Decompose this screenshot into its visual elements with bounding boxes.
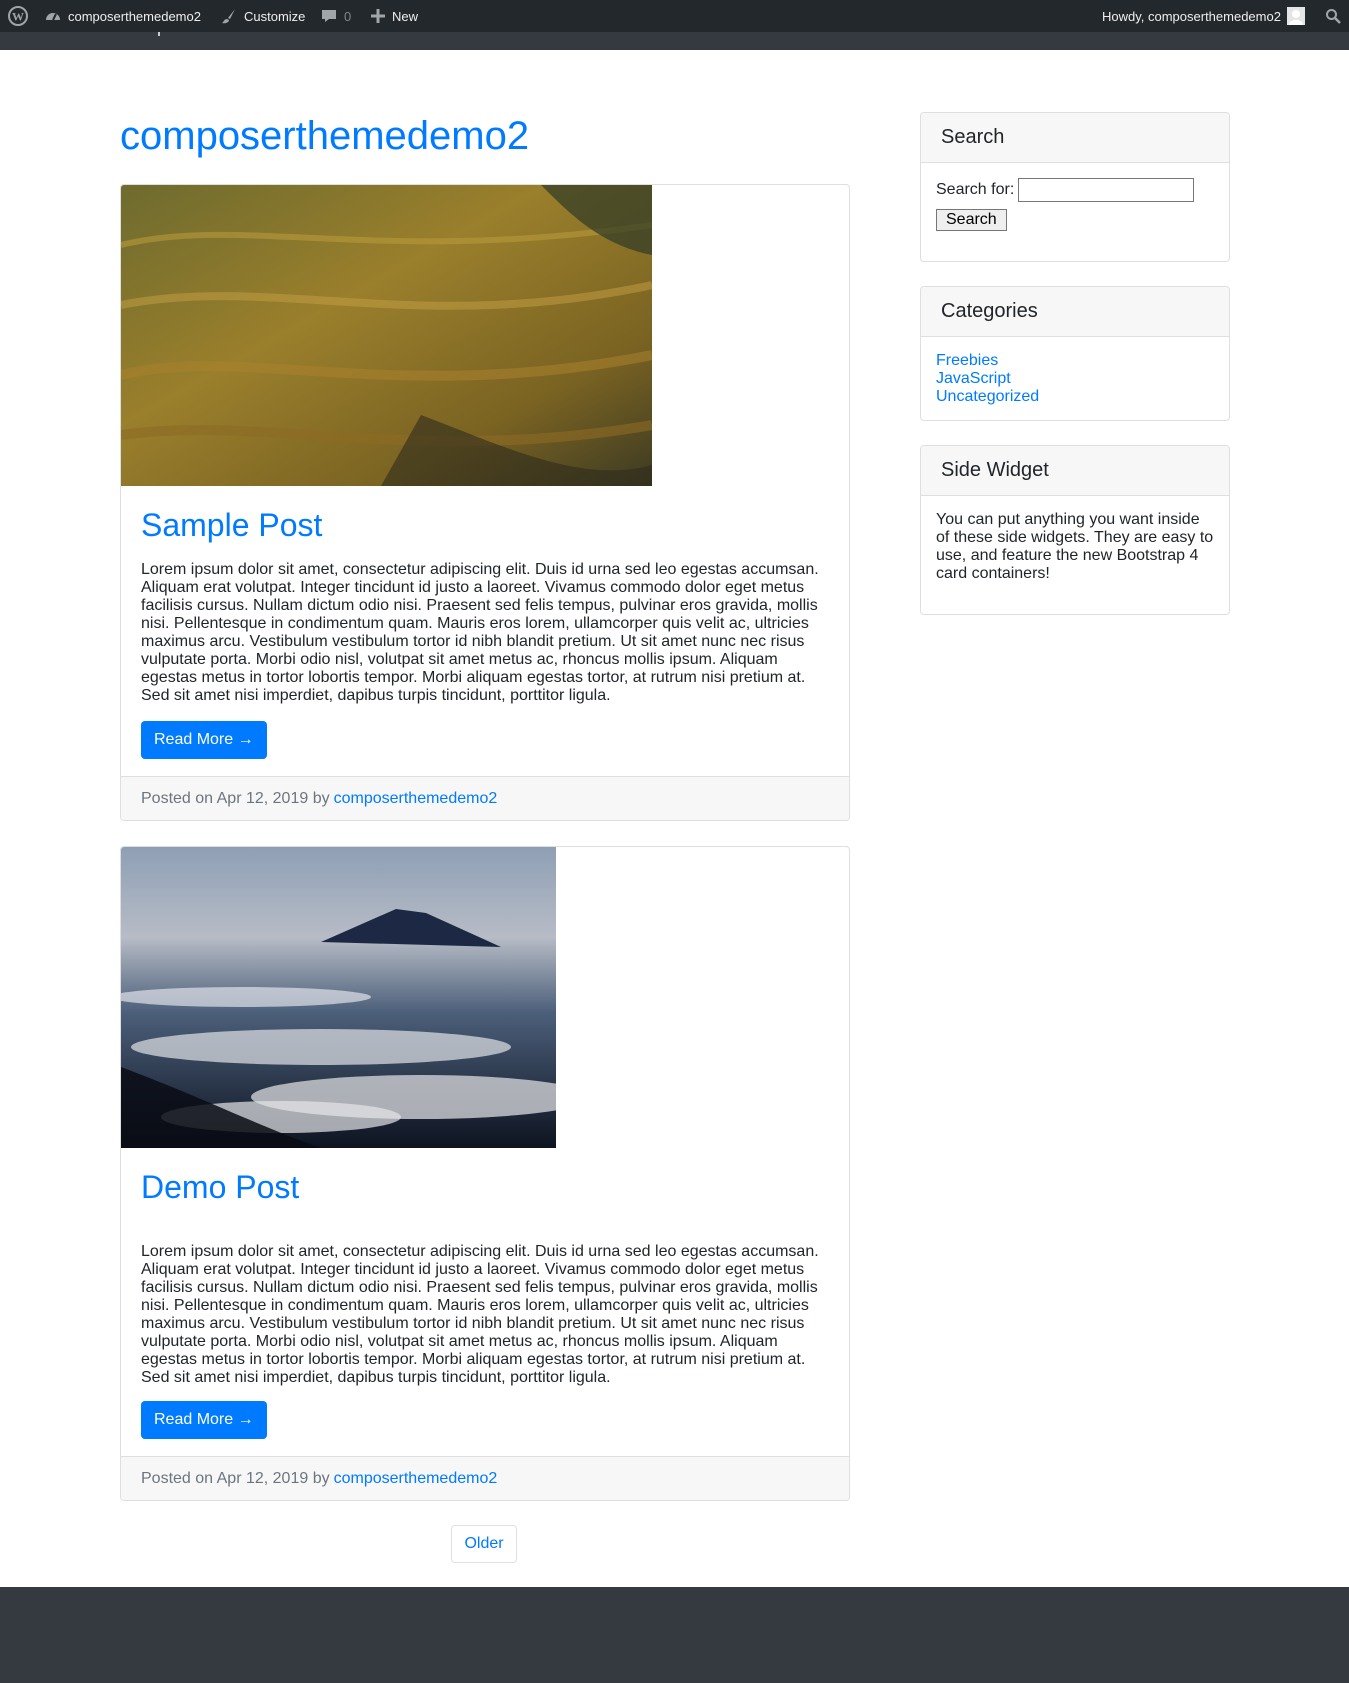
admin-bar: W composerthemedemo2 Customize 0 New How… <box>0 0 1349 32</box>
wordpress-logo-button[interactable]: W <box>8 0 28 32</box>
site-footer <box>0 1587 1349 1683</box>
post-card: Sample Post Lorem ipsum dolor sit amet, … <box>120 184 850 821</box>
posted-on-text: Posted on Apr 12, 2019 by <box>141 789 330 807</box>
side-widget-text: You can put anything you want inside of … <box>936 511 1214 582</box>
category-link-uncategorized[interactable]: Uncategorized <box>936 388 1214 406</box>
post-title[interactable]: Sample Post <box>141 505 322 545</box>
side-widget-title: Side Widget <box>921 446 1229 496</box>
post-title[interactable]: Demo Post <box>141 1167 299 1207</box>
category-link-javascript[interactable]: JavaScript <box>936 370 1214 388</box>
post-thumbnail-clouds[interactable] <box>121 847 556 1148</box>
search-widget: Search Search for: Search <box>920 112 1230 262</box>
categories-widget: Categories Freebies JavaScript Uncategor… <box>920 286 1230 421</box>
posted-on-text: Posted on Apr 12, 2019 by <box>141 1469 330 1487</box>
nav-strip <box>0 32 1349 50</box>
read-more-button[interactable]: Read More → <box>141 1401 267 1439</box>
search-icon <box>1326 9 1341 24</box>
search-button[interactable]: Search <box>936 209 1007 231</box>
post-meta: Posted on Apr 12, 2019 by composerthemed… <box>121 1456 849 1500</box>
post-card: Demo Post Lorem ipsum dolor sit amet, co… <box>120 846 850 1501</box>
read-more-button[interactable]: Read More → <box>141 721 267 759</box>
customize-label: Customize <box>244 8 306 24</box>
customize-link[interactable]: Customize <box>220 0 305 32</box>
new-label: New <box>392 8 419 24</box>
search-widget-title: Search <box>921 113 1229 163</box>
comments-count: 0 <box>344 8 352 24</box>
comment-icon <box>322 10 336 22</box>
plus-icon <box>371 9 385 23</box>
new-content-link[interactable]: New <box>370 0 418 32</box>
categories-widget-title: Categories <box>921 287 1229 337</box>
site-name-link[interactable]: composerthemedemo2 <box>44 0 201 32</box>
author-link[interactable]: composerthemedemo2 <box>334 1470 498 1488</box>
brush-icon <box>222 9 235 24</box>
howdy-label: Howdy, composerthemedemo2 <box>1102 8 1281 24</box>
dashboard-icon <box>46 13 60 21</box>
post-excerpt: Lorem ipsum dolor sit amet, consectetur … <box>141 1243 819 1386</box>
post-excerpt: Lorem ipsum dolor sit amet, consectetur … <box>141 561 819 704</box>
site-name-label: composerthemedemo2 <box>68 8 201 24</box>
post-thumbnail-terraces[interactable] <box>121 185 652 486</box>
category-link-freebies[interactable]: Freebies <box>936 352 1214 370</box>
page-title[interactable]: composerthemedemo2 <box>120 110 529 162</box>
my-account-link[interactable]: Howdy, composerthemedemo2 <box>1102 0 1305 32</box>
older-posts-button[interactable]: Older <box>451 1525 517 1563</box>
comments-link[interactable]: 0 <box>320 0 351 32</box>
nav-strip-mark <box>158 32 160 36</box>
side-widget: Side Widget You can put anything you wan… <box>920 445 1230 615</box>
avatar-icon <box>1286 7 1305 25</box>
wordpress-icon: W <box>8 6 28 26</box>
post-meta: Posted on Apr 12, 2019 by composerthemed… <box>121 776 849 820</box>
admin-search-button[interactable] <box>1325 0 1341 32</box>
search-input[interactable] <box>1018 178 1195 202</box>
search-label: Search for: <box>936 181 1015 198</box>
svg-text:W: W <box>12 10 24 24</box>
author-link[interactable]: composerthemedemo2 <box>334 790 498 808</box>
